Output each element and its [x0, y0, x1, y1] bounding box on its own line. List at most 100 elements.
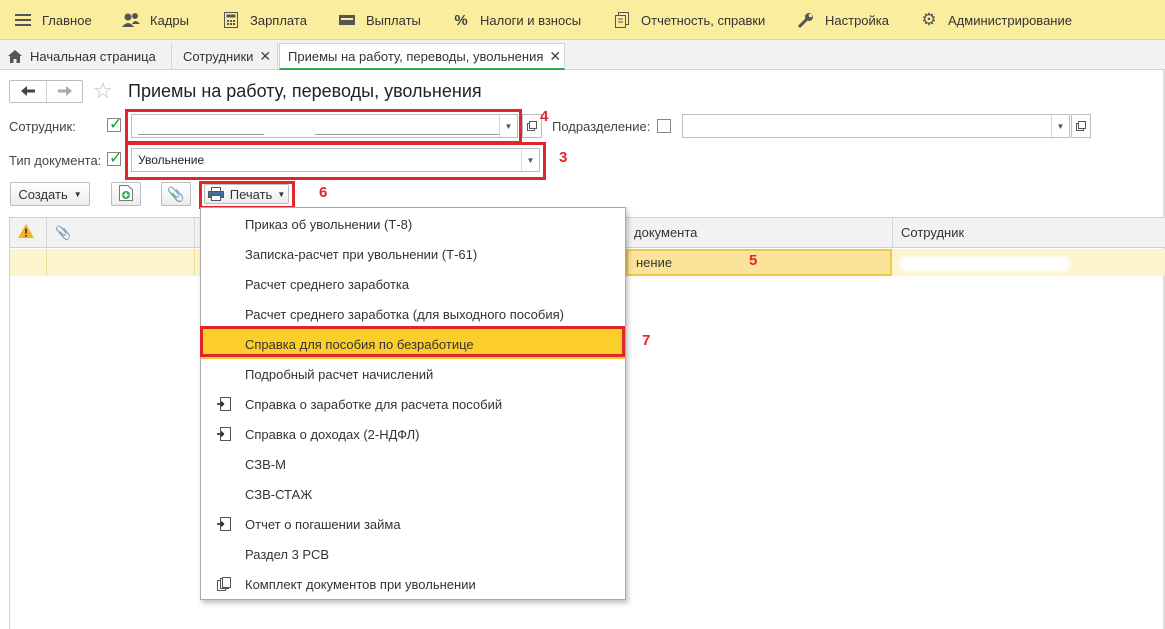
print-menu-item[interactable]: Записка-расчет при увольнении (Т-61) — [201, 239, 625, 269]
reports-icon — [613, 11, 631, 29]
blurred-employee-name — [902, 259, 1068, 269]
column-header-document-type[interactable]: документа — [626, 218, 893, 247]
employee-open-button[interactable] — [522, 114, 542, 138]
menu-item-label: Администрирование — [948, 12, 1072, 28]
department-filter-label: Подразделение: — [552, 119, 651, 134]
open-window-icon — [527, 119, 537, 134]
menu-item-label: Отчет о погашении займа — [245, 516, 401, 532]
print-menu-item[interactable]: Справка о заработке для расчета пособий — [201, 389, 625, 419]
annotation-box-6 — [199, 181, 295, 209]
table-left-border — [9, 217, 10, 629]
checkmark-icon: ✓ — [109, 116, 123, 133]
export-doc-icon — [217, 427, 231, 441]
tab-employees[interactable]: Сотрудники ✕ — [175, 43, 278, 70]
add-from-template-button[interactable] — [111, 182, 141, 206]
close-icon[interactable]: ✕ — [549, 48, 561, 65]
column-header-attachment[interactable]: 📎 — [47, 218, 195, 247]
department-input[interactable]: ▼ — [682, 114, 1070, 138]
home-icon — [8, 50, 22, 63]
warning-icon — [18, 224, 34, 241]
tab-label: Сотрудники — [183, 49, 254, 64]
menu-item-label: Настройка — [825, 12, 889, 28]
create-button[interactable]: Создать ▼ — [10, 182, 90, 206]
print-menu-item[interactable]: Приказ об увольнении (Т-8) — [201, 209, 625, 239]
annotation-label-5: 5 — [749, 252, 758, 269]
menu-item-label: Приказ об увольнении (Т-8) — [245, 216, 413, 232]
people-icon — [122, 11, 140, 29]
department-filter-checkbox[interactable] — [657, 119, 671, 133]
menu-item-payments[interactable]: Выплаты — [338, 0, 421, 40]
menu-item-label: Отчетность, справки — [641, 12, 766, 28]
menu-item-salary[interactable]: Зарплата — [222, 0, 307, 40]
menu-item-label: Главное — [42, 12, 92, 28]
menu-item-label: СЗВ-М — [245, 456, 286, 472]
close-icon[interactable]: ✕ — [259, 48, 271, 65]
department-open-button[interactable] — [1071, 114, 1091, 138]
annotation-box-7 — [200, 326, 625, 357]
menu-item-label: Налоги и взносы — [480, 12, 582, 28]
back-button[interactable] — [10, 81, 47, 102]
gear-icon: ⚙ — [921, 10, 937, 29]
page-title: Приемы на работу, переводы, увольнения — [128, 81, 482, 101]
menu-item-label: Кадры — [150, 12, 189, 28]
percent-icon: % — [454, 11, 468, 29]
menu-item-label: СЗВ-СТАЖ — [245, 486, 313, 502]
menu-item-reports[interactable]: Отчетность, справки — [613, 0, 765, 40]
checkmark-icon: ✓ — [109, 150, 123, 167]
row-warning-cell — [10, 249, 47, 276]
print-menu-item[interactable]: СЗВ-М — [201, 449, 625, 479]
annotation-box-3 — [125, 142, 546, 180]
annotation-label-6: 6 — [319, 184, 328, 201]
hamburger-icon — [14, 11, 32, 29]
print-menu-item[interactable]: Расчет среднего заработка (для выходного… — [201, 299, 625, 329]
tab-home[interactable]: Начальная страница — [0, 43, 172, 70]
menu-item-label: Раздел 3 РСВ — [245, 546, 330, 562]
print-menu-item[interactable]: СЗВ-СТАЖ — [201, 479, 625, 509]
wallet-icon — [338, 11, 356, 29]
menu-item-main[interactable]: Главное — [14, 0, 92, 40]
attach-button[interactable]: 📎 — [161, 182, 191, 206]
annotation-label-7: 7 — [642, 332, 651, 349]
paperclip-icon: 📎 — [167, 185, 185, 202]
print-menu-item[interactable]: Расчет среднего заработка — [201, 269, 625, 299]
forward-button[interactable] — [47, 81, 82, 102]
column-header-warning[interactable] — [10, 218, 47, 247]
create-label: Создать — [18, 186, 68, 202]
arrow-left-icon — [21, 84, 35, 99]
employee-filter-checkbox[interactable]: ✓ — [107, 116, 122, 133]
export-doc-icon — [217, 397, 231, 411]
menu-item-label: Справка о заработке для расчета пособий — [245, 396, 503, 412]
print-menu-item[interactable]: Подробный расчет начислений — [201, 359, 625, 389]
menu-item-label: Справка о доходах (2-НДФЛ) — [245, 426, 420, 442]
main-menu-bar: Главное Кадры Зарплата Выплаты % Налоги и… — [0, 0, 1165, 40]
nav-buttons — [9, 80, 83, 103]
menu-item-label: Записка-расчет при увольнении (Т-61) — [245, 246, 478, 262]
chevron-down-icon: ▼ — [73, 189, 82, 199]
tab-bar: Начальная страница Сотрудники ✕ Приемы на… — [0, 40, 1165, 70]
print-dropdown-menu: Приказ об увольнении (Т-8) Записка-расче… — [200, 207, 626, 600]
menu-item-administration[interactable]: ⚙ Администрирование — [920, 0, 1072, 40]
menu-item-label: Зарплата — [250, 12, 307, 28]
menu-item-taxes[interactable]: % Налоги и взносы — [452, 0, 581, 40]
column-header-employee[interactable]: Сотрудник — [893, 218, 1165, 247]
doctype-filter-label: Тип документа: — [9, 153, 102, 168]
tab-hiring-transfers-dismissals[interactable]: Приемы на работу, переводы, увольнения ✕ — [279, 43, 565, 70]
row-document-type-cell: нение — [626, 249, 892, 276]
favorite-star-icon[interactable]: ☆ — [93, 79, 113, 103]
chevron-down-icon[interactable]: ▼ — [1051, 115, 1069, 137]
menu-item-settings[interactable]: Настройка — [797, 0, 889, 40]
menu-item-label: Выплаты — [366, 12, 421, 28]
menu-item-personnel[interactable]: Кадры — [122, 0, 189, 40]
print-menu-item[interactable]: Отчет о погашении займа — [201, 509, 625, 539]
paperclip-icon: 📎 — [55, 224, 72, 240]
print-menu-item[interactable]: Раздел 3 РСВ — [201, 539, 625, 569]
print-menu-item[interactable]: Справка о доходах (2-НДФЛ) — [201, 419, 625, 449]
annotation-box-4 — [125, 109, 522, 144]
print-menu-item[interactable]: Комплект документов при увольнении — [201, 569, 625, 599]
export-doc-icon — [217, 517, 231, 531]
doctype-filter-checkbox[interactable]: ✓ — [107, 150, 122, 167]
calculator-icon — [222, 11, 240, 29]
arrow-right-icon — [57, 84, 72, 99]
doc-set-icon — [217, 577, 231, 591]
employee-filter-label: Сотрудник: — [9, 119, 76, 134]
